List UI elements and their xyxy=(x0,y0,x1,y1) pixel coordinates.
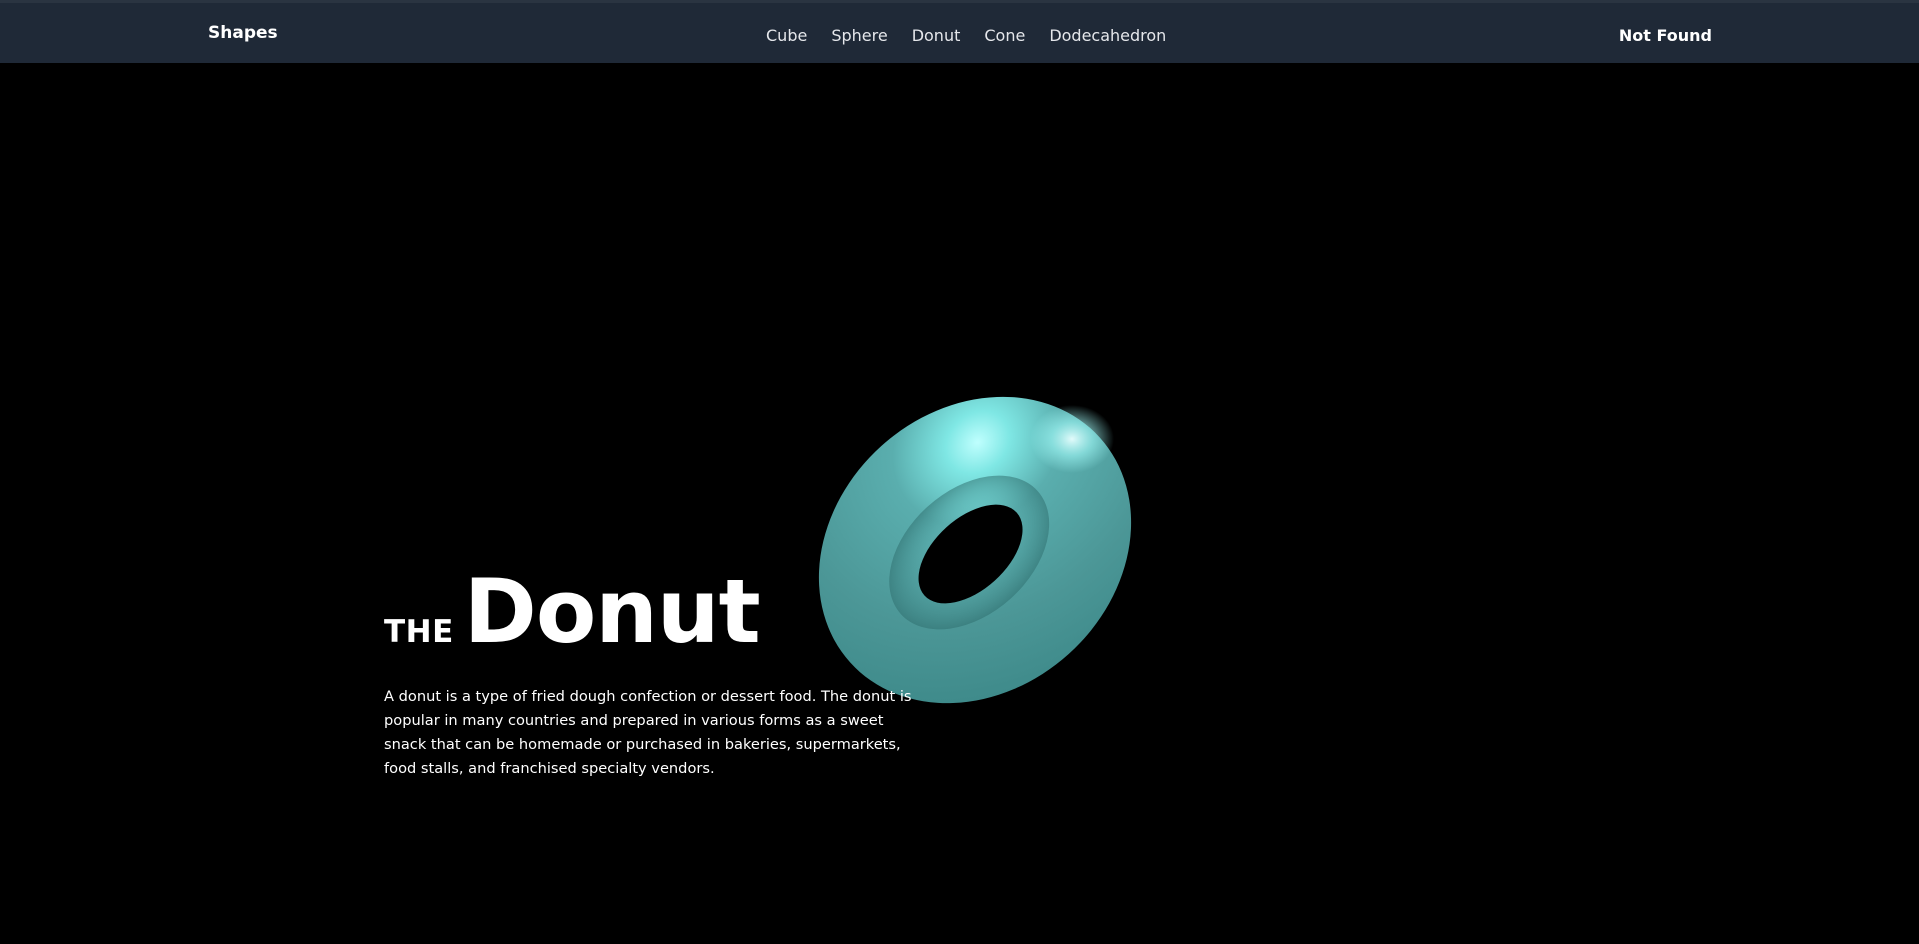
page-title: THE Donut xyxy=(384,560,761,663)
nav-link-dodecahedron[interactable]: Dodecahedron xyxy=(1049,26,1166,45)
nav-links: Cube Sphere Donut Cone Dodecahedron xyxy=(766,26,1166,45)
donut-3d-canvas[interactable] xyxy=(810,379,1140,721)
nav-link-cube[interactable]: Cube xyxy=(766,26,807,45)
nav-link-sphere[interactable]: Sphere xyxy=(831,26,887,45)
brand-link[interactable]: Shapes xyxy=(208,23,278,43)
not-found-link[interactable]: Not Found xyxy=(1619,26,1712,45)
title-main: Donut xyxy=(463,560,761,663)
title-prefix: THE xyxy=(384,614,454,650)
hero-section: THE Donut A donut is a type of fried dou… xyxy=(0,63,1919,944)
top-navbar: Shapes Cube Sphere Donut Cone Dodecahedr… xyxy=(0,0,1919,63)
shape-description: A donut is a type of fried dough confect… xyxy=(384,688,912,777)
torus-3d-icon xyxy=(818,396,1132,704)
nav-link-donut[interactable]: Donut xyxy=(912,26,961,45)
nav-link-cone[interactable]: Cone xyxy=(984,26,1025,45)
